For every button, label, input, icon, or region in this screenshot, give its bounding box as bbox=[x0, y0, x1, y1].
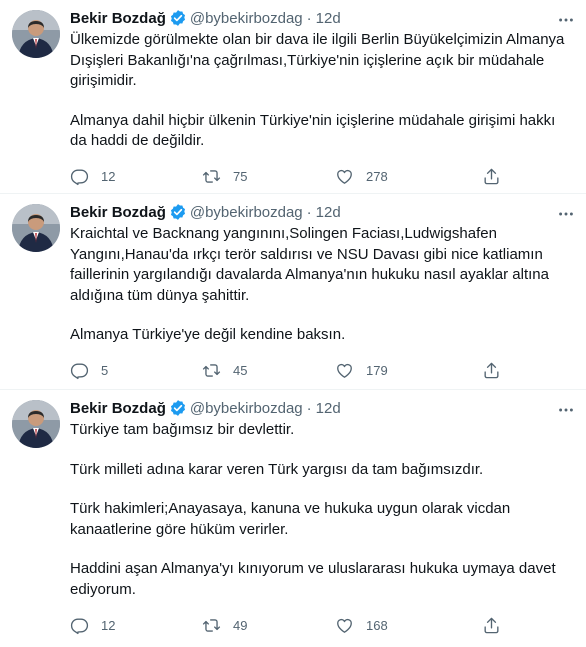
tweet-text: Haddini aşan Almanya'yı kınıyorum ve ulu… bbox=[70, 560, 556, 598]
tweet-header: Bekir Bozdağ @bybekirbozdag · 12d bbox=[70, 202, 574, 222]
verified-badge-icon bbox=[169, 399, 187, 417]
reply-icon bbox=[70, 617, 89, 634]
like-button[interactable]: 278 bbox=[335, 167, 482, 186]
retweet-button[interactable]: 49 bbox=[202, 616, 335, 635]
retweet-button[interactable]: 75 bbox=[202, 167, 335, 186]
avatar[interactable] bbox=[12, 204, 60, 252]
tweet[interactable]: Bekir Bozdağ @bybekirbozdag · 12d Ülkemi… bbox=[0, 0, 586, 194]
tweet-header: Bekir Bozdağ @bybekirbozdag · 12d bbox=[70, 398, 574, 418]
share-button[interactable] bbox=[482, 167, 522, 186]
author-handle[interactable]: @bybekirbozdag bbox=[190, 10, 303, 27]
separator-dot: · bbox=[306, 399, 312, 417]
like-button[interactable]: 168 bbox=[335, 616, 482, 635]
author-handle[interactable]: @bybekirbozdag bbox=[190, 400, 303, 417]
tweet-actions: 12 75 278 bbox=[70, 158, 574, 196]
reply-button[interactable]: 5 bbox=[70, 361, 202, 380]
tweet-timestamp[interactable]: 12d bbox=[316, 400, 341, 417]
share-icon bbox=[484, 617, 499, 633]
retweet-icon bbox=[202, 364, 221, 377]
more-icon[interactable] bbox=[556, 400, 576, 420]
share-button[interactable] bbox=[482, 616, 522, 635]
like-count: 168 bbox=[366, 617, 388, 633]
author-name[interactable]: Bekir Bozdağ bbox=[70, 10, 166, 27]
retweet-icon bbox=[202, 618, 221, 632]
reply-count: 12 bbox=[101, 617, 116, 633]
more-icon[interactable] bbox=[556, 204, 576, 224]
reply-icon bbox=[70, 169, 89, 186]
retweet-count: 45 bbox=[233, 363, 248, 378]
like-count: 278 bbox=[366, 169, 388, 184]
author-handle[interactable]: @bybekirbozdag bbox=[190, 204, 303, 221]
reply-count: 12 bbox=[101, 169, 116, 184]
separator-dot: · bbox=[306, 9, 312, 27]
like-icon bbox=[337, 169, 352, 184]
tweet-text: Ülkemizde görülmekte olan bir dava ile i… bbox=[70, 31, 565, 89]
avatar[interactable] bbox=[12, 400, 60, 448]
share-icon bbox=[484, 362, 499, 379]
like-count: 179 bbox=[366, 363, 388, 378]
retweet-count: 49 bbox=[233, 617, 248, 633]
verified-badge-icon bbox=[169, 203, 187, 221]
verified-badge-icon bbox=[169, 9, 187, 27]
reply-button[interactable]: 12 bbox=[70, 616, 202, 635]
tweet-timestamp[interactable]: 12d bbox=[316, 204, 341, 221]
tweet-timestamp[interactable]: 12d bbox=[316, 10, 341, 27]
retweet-icon bbox=[202, 170, 221, 183]
more-icon[interactable] bbox=[556, 10, 576, 30]
retweet-count: 75 bbox=[233, 169, 248, 184]
like-button[interactable]: 179 bbox=[335, 361, 482, 380]
reply-count: 5 bbox=[101, 363, 109, 378]
tweet[interactable]: Bekir Bozdağ @bybekirbozdag · 12d Türkiy… bbox=[0, 390, 586, 647]
tweet[interactable]: Bekir Bozdağ @bybekirbozdag · 12d Kraich… bbox=[0, 194, 586, 390]
share-icon bbox=[484, 168, 499, 185]
tweet-actions: 5 45 179 bbox=[70, 352, 574, 390]
tweet-header: Bekir Bozdağ @bybekirbozdag · 12d bbox=[70, 8, 574, 28]
reply-icon bbox=[70, 363, 89, 380]
author-name[interactable]: Bekir Bozdağ bbox=[70, 400, 166, 417]
retweet-button[interactable]: 45 bbox=[202, 361, 335, 380]
tweet-text: Türk milleti adına karar veren Türk yarg… bbox=[70, 460, 484, 478]
separator-dot: · bbox=[306, 203, 312, 221]
tweet-text: Almanya Türkiye'ye değil kendine baksın. bbox=[70, 326, 346, 343]
tweet-text: Kraichtal ve Backnang yangınını,Solingen… bbox=[70, 225, 549, 304]
tweet-actions: 12 49 168 bbox=[70, 606, 574, 644]
tweet-text: Türkiye tam bağımsız bir devlettir. bbox=[70, 421, 295, 438]
reply-button[interactable]: 12 bbox=[70, 167, 202, 186]
like-icon bbox=[337, 363, 352, 378]
author-name[interactable]: Bekir Bozdağ bbox=[70, 204, 166, 221]
tweet-text: Almanya dahil hiçbir ülkenin Türkiye'nin… bbox=[70, 111, 556, 150]
share-button[interactable] bbox=[482, 361, 522, 380]
like-icon bbox=[337, 618, 352, 633]
tweet-text: Türk hakimleri;Anayasaya, kanuna ve huku… bbox=[70, 500, 511, 538]
avatar[interactable] bbox=[12, 10, 60, 58]
